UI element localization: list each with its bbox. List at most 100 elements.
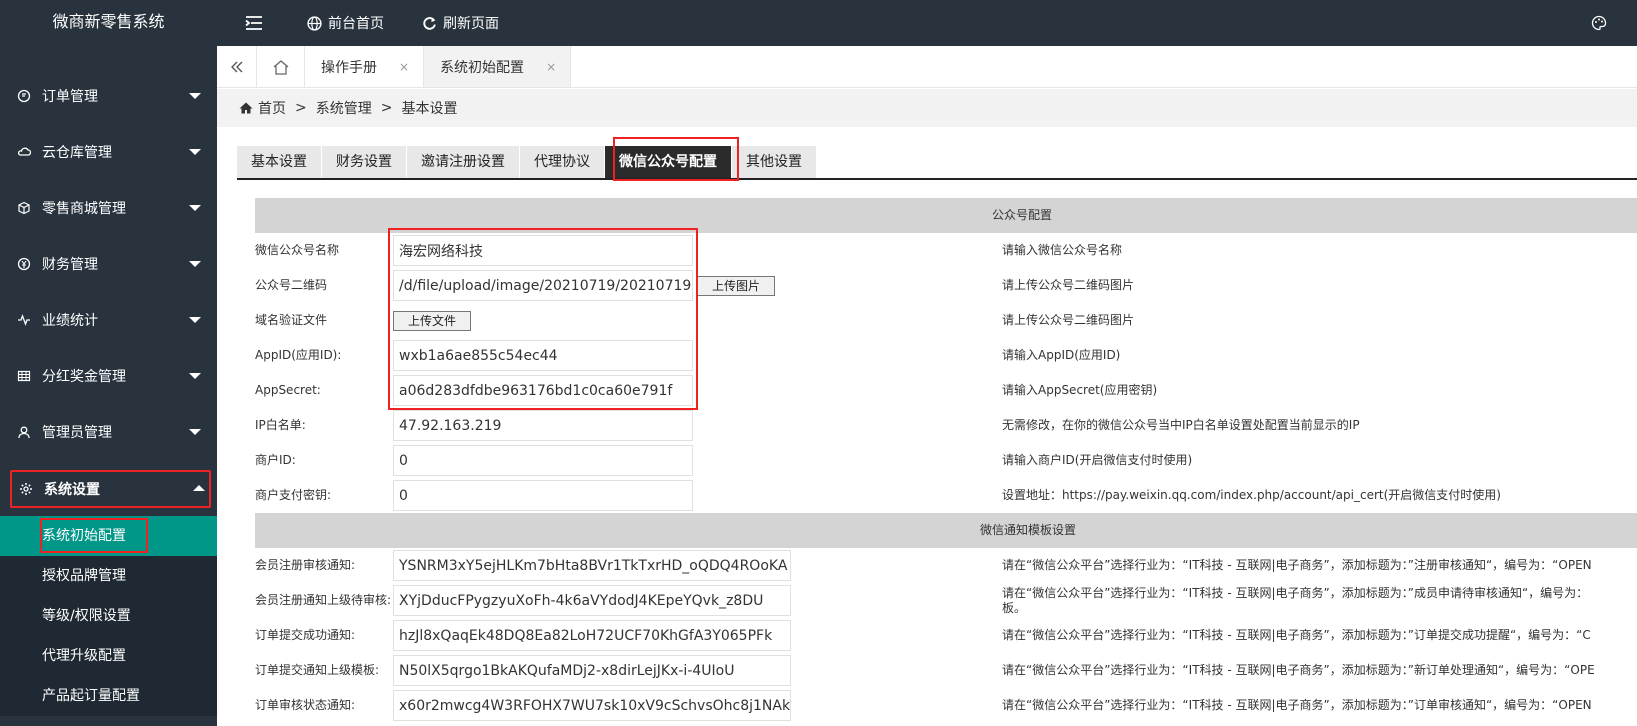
- refresh-icon: [423, 16, 436, 30]
- breadcrumb-separator: >: [380, 100, 393, 116]
- tabs-scroll-left-icon[interactable]: [217, 46, 257, 87]
- tab-operation-manual[interactable]: 操作手册 ×: [305, 46, 425, 87]
- template-id-input[interactable]: YSNRM3xY5ejHLKm7bHta8BVr1TkTxrHD_oQDQ4RO…: [393, 550, 791, 581]
- sidebar-subitem-agent-upgrade[interactable]: 代理升级配置: [0, 636, 217, 676]
- tab-basic-settings[interactable]: 基本设置: [237, 146, 321, 178]
- field-label: 订单提交成功通知:: [255, 628, 356, 642]
- tab-other-settings[interactable]: 其他设置: [732, 146, 816, 178]
- field-label: AppID(应用ID):: [255, 348, 342, 362]
- field-label: 公众号二维码: [255, 278, 328, 292]
- form-row: 微信公众号名称 海宏网络科技 请输入微信公众号名称: [255, 233, 1637, 268]
- tab-system-init-config[interactable]: 系统初始配置 ×: [424, 46, 572, 87]
- user-icon: [16, 424, 32, 440]
- close-icon[interactable]: ×: [399, 60, 409, 74]
- globe-icon: [307, 15, 322, 31]
- sidebar-item-performance[interactable]: 业绩统计: [0, 292, 217, 348]
- breadcrumb: 首页 > 系统管理 > 基本设置: [217, 89, 1637, 127]
- sidebar-item-label: 订单管理: [42, 89, 98, 105]
- breadcrumb-separator: >: [295, 100, 307, 116]
- field-label: 微信公众号名称: [255, 243, 340, 257]
- caret-down-icon: [189, 373, 201, 379]
- sidebar-item-label: 业绩统计: [42, 313, 98, 329]
- sidebar-item-admins[interactable]: 管理员管理: [0, 404, 217, 460]
- form-row: 订单审核状态通知: x60r2mwcg4W3RFOHX7WU7sk10xV9cS…: [255, 688, 1637, 723]
- section-header: 公众号配置: [255, 198, 1637, 233]
- field-label: 商户ID:: [255, 453, 296, 467]
- top-bar: 前台首页 刷新页面: [217, 0, 1637, 46]
- field-hint: 请在“微信公众平台”选择行业为：“IT科技 - 互联网|电子商务”，添加标题为：…: [1002, 628, 1591, 642]
- form-row: 域名验证文件 上传文件 请上传公众号二维码图片: [255, 303, 1637, 338]
- sidebar-item-label: 系统设置: [44, 482, 100, 498]
- sidebar-subitem-level-permission[interactable]: 等级/权限设置: [0, 596, 217, 636]
- ip-whitelist-input[interactable]: 47.92.163.219: [393, 410, 693, 441]
- tab-agent-agreement[interactable]: 代理协议: [520, 146, 604, 178]
- breadcrumb-basic-settings: 基本设置: [401, 101, 458, 117]
- front-home-label: 前台首页: [328, 16, 384, 32]
- brand-title: 微商新零售系统: [0, 0, 217, 46]
- upload-file-button[interactable]: 上传文件: [393, 310, 472, 331]
- qrcode-path-input[interactable]: /d/file/upload/image/20210719/2021071915…: [393, 270, 693, 301]
- sidebar-item-label: 云仓库管理: [42, 145, 112, 161]
- form-row: 订单提交通知上级模板: N50lX5qrgo1BkAKQufaMDj2-x8di…: [255, 653, 1637, 688]
- table-icon: [16, 368, 32, 384]
- close-icon[interactable]: ×: [546, 60, 556, 74]
- upload-image-button[interactable]: 上传图片: [697, 275, 776, 296]
- palette-icon[interactable]: [1591, 15, 1607, 35]
- breadcrumb-home[interactable]: 首页: [258, 98, 286, 118]
- caret-down-icon: [189, 429, 201, 435]
- wechat-config-form: 公众号配置 微信公众号名称 海宏网络科技 请输入微信公众号名称 公众号二维码 /…: [255, 198, 1637, 723]
- front-home-link[interactable]: 前台首页: [307, 13, 384, 33]
- field-label: 商户支付密钥:: [255, 488, 332, 502]
- sidebar-item-bonus[interactable]: 分红奖金管理: [0, 348, 217, 404]
- tab-wechat-official-account[interactable]: 微信公众号配置: [605, 146, 731, 178]
- sidebar-item-cloud-warehouse[interactable]: 云仓库管理: [0, 124, 217, 180]
- qrcode-field: /d/file/upload/image/20210719/2021071915…: [393, 270, 776, 301]
- refresh-label: 刷新页面: [443, 16, 499, 32]
- template-id-input[interactable]: XYjDducFPygzyuXoFh-4k6aVYdodJ4KEpeYQvk_z…: [393, 585, 791, 616]
- sidebar-menu: 订单管理 云仓库管理 零售商城管理 财务管理 业绩统计 分红奖金管理 管理员管理…: [0, 68, 217, 508]
- field-hint: 请在“微信公众平台”选择行业为：“IT科技 - 互联网|电子商务”，添加标题为：…: [1002, 558, 1592, 572]
- appid-input[interactable]: wxb1a6ae855c54ec44: [393, 340, 693, 371]
- field-hint: 请在“微信公众平台”选择行业为：“IT科技 - 互联网|电子商务”，添加标题为：…: [1002, 663, 1595, 677]
- field-hint: 无需修改，在你的微信公众号当中IP白名单设置处配置当前显示的IP: [1002, 418, 1360, 432]
- field-hint: 请输入AppSecret(应用密钥): [1002, 383, 1158, 397]
- sidebar-item-finance[interactable]: 财务管理: [0, 236, 217, 292]
- menu-toggle-icon[interactable]: [245, 16, 269, 30]
- caret-down-icon: [189, 261, 201, 267]
- highlight-box: [40, 518, 148, 553]
- form-row: IP白名单: 47.92.163.219 无需修改，在你的微信公众号当中IP白名…: [255, 408, 1637, 443]
- form-row: 商户支付密钥: 0 设置地址：https://pay.weixin.qq.com…: [255, 478, 1637, 513]
- template-id-input[interactable]: hzJl8xQaqEk48DQ8Ea82LoH72UCF70KhGfA3Y065…: [393, 620, 791, 651]
- section-header: 微信通知模板设置: [255, 513, 1637, 548]
- sidebar-item-system-settings[interactable]: 系统设置: [10, 470, 211, 508]
- template-id-input[interactable]: N50lX5qrgo1BkAKQufaMDj2-x8dirLejJKx-i-4U…: [393, 655, 791, 686]
- account-name-input[interactable]: 海宏网络科技: [393, 235, 693, 266]
- breadcrumb-system-management[interactable]: 系统管理: [316, 98, 372, 118]
- field-hint: 请上传公众号二维码图片: [1002, 278, 1135, 292]
- form-row: 会员注册审核通知: YSNRM3xY5ejHLKm7bHta8BVr1TkTxr…: [255, 548, 1637, 583]
- sidebar-subitem-brand-auth[interactable]: 授权品牌管理: [0, 556, 217, 596]
- merchant-id-input[interactable]: 0: [393, 445, 693, 476]
- home-tab-icon[interactable]: [257, 46, 305, 87]
- sidebar-item-orders[interactable]: 订单管理: [0, 68, 217, 124]
- hint-line: 请在“微信公众平台”选择行业为：“IT科技 - 互联网|电子商务”，添加标题为：…: [1002, 585, 1589, 600]
- appsecret-input[interactable]: a06d283dfdbe963176bd1c0ca60e791f: [393, 375, 693, 406]
- settings-tabs: 基本设置 财务设置 邀请注册设置 代理协议 微信公众号配置 其他设置: [237, 145, 1637, 180]
- template-id-input[interactable]: x60r2mwcg4W3RFOHX7WU7sk10xV9cSchvsOhc8j1…: [393, 690, 791, 721]
- sidebar-subitem-system-init-config[interactable]: 系统初始配置: [0, 516, 217, 556]
- refresh-page-button[interactable]: 刷新页面: [422, 13, 499, 33]
- form-row: 商户ID: 0 请输入商户ID(开启微信支付时使用): [255, 443, 1637, 478]
- hint-line: 板。: [1002, 600, 1027, 615]
- sidebar-item-retail-mall[interactable]: 零售商城管理: [0, 180, 217, 236]
- sidebar: 微商新零售系统 订单管理 云仓库管理 零售商城管理 财务管理 业绩统计 分红奖金…: [0, 0, 217, 726]
- caret-down-icon: [189, 205, 201, 211]
- field-label: 域名验证文件: [255, 313, 328, 327]
- tab-finance-settings[interactable]: 财务设置: [322, 146, 406, 178]
- form-row: 公众号二维码 /d/file/upload/image/20210719/202…: [255, 268, 1637, 303]
- field-label: IP白名单:: [255, 418, 306, 432]
- merchant-key-input[interactable]: 0: [393, 480, 693, 511]
- sidebar-subitem-min-order[interactable]: 产品起订量配置: [0, 676, 217, 716]
- field-hint: 请输入AppID(应用ID): [1002, 348, 1121, 362]
- tab-invite-register-settings[interactable]: 邀请注册设置: [407, 146, 519, 178]
- field-hint: 设置地址：https://pay.weixin.qq.com/index.php…: [1002, 488, 1501, 502]
